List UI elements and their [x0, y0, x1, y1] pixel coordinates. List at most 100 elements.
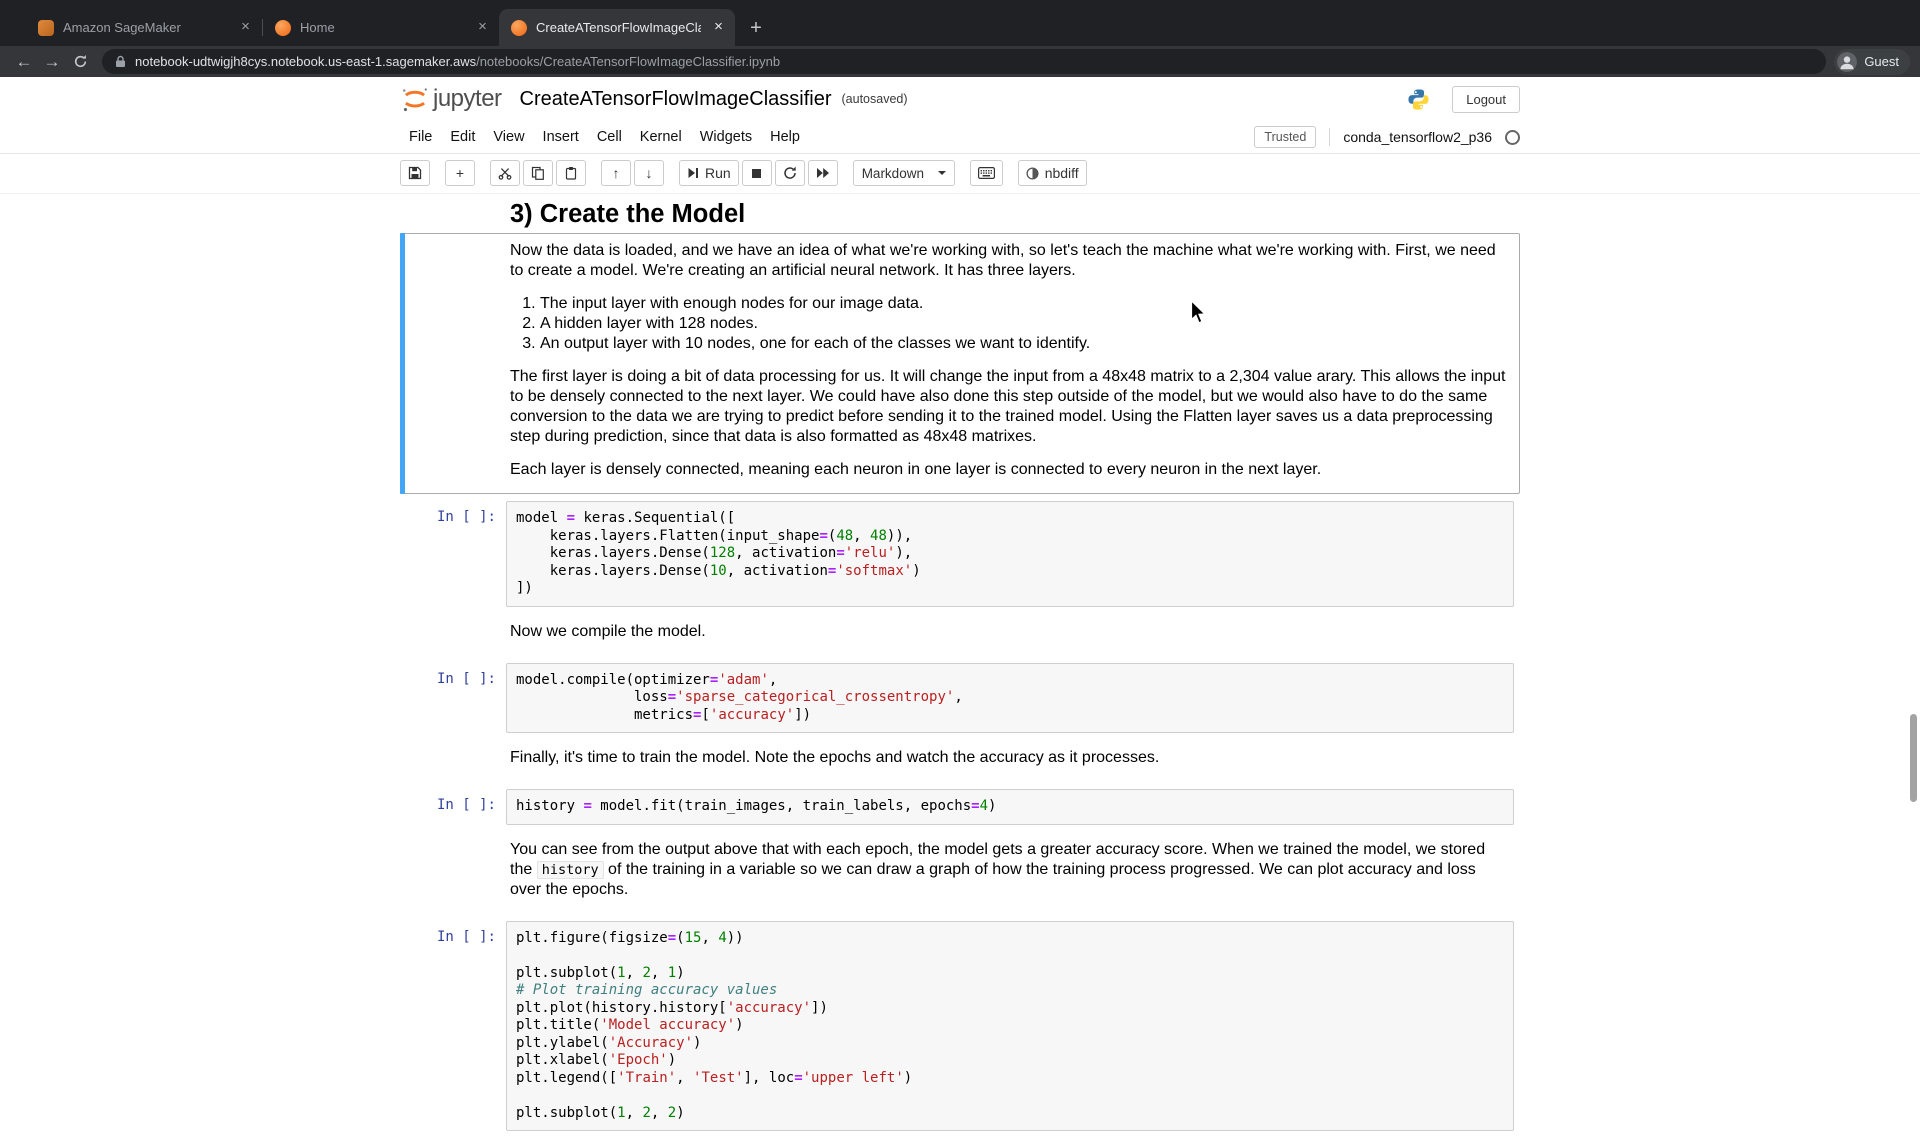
code-input-area[interactable]: history = model.fit(train_images, train_…	[506, 789, 1514, 825]
browser-toolbar: ← → notebook-udtwigjh8cys.notebook.us-ea…	[0, 46, 1920, 77]
url-path: /notebooks/CreateATensorFlowImageClassif…	[476, 54, 780, 69]
input-prompt: In [ ]:	[406, 663, 506, 734]
person-icon	[1837, 52, 1857, 72]
move-cell-up-button[interactable]: ↑	[601, 160, 631, 186]
jupyter-logo[interactable]: jupyter	[400, 85, 502, 114]
save-icon	[408, 166, 422, 180]
jupyter-favicon-icon	[275, 20, 291, 36]
menu-kernel[interactable]: Kernel	[631, 129, 691, 145]
fast-forward-icon	[816, 167, 830, 179]
url-address-bar[interactable]: notebook-udtwigjh8cys.notebook.us-east-1…	[102, 49, 1826, 74]
tab-home[interactable]: Home ×	[263, 9, 499, 46]
new-tab-button[interactable]: +	[743, 15, 769, 41]
cell-prompt-empty	[406, 838, 506, 908]
menu-insert[interactable]: Insert	[534, 129, 588, 145]
nbdiff-icon	[1026, 167, 1039, 180]
markdown-paragraph: You can see from the output above that w…	[510, 840, 1506, 900]
menu-widgets[interactable]: Widgets	[691, 129, 761, 145]
code-input-area[interactable]: model = keras.Sequential([ keras.layers.…	[506, 501, 1514, 607]
interrupt-kernel-button[interactable]	[742, 160, 772, 186]
jupyter-page: jupyter CreateATensorFlowImageClassifier…	[0, 77, 1920, 1137]
save-button[interactable]	[400, 160, 430, 186]
reload-icon[interactable]	[66, 48, 94, 76]
cell-type-dropdown[interactable]: Markdown	[853, 160, 955, 186]
menu-file[interactable]: File	[400, 129, 441, 145]
browser-profile-button[interactable]: Guest	[1834, 49, 1910, 75]
avatar	[1837, 52, 1857, 72]
code-cell-compile[interactable]: In [ ]: model.compile(optimizer='adam', …	[400, 657, 1520, 740]
restart-icon	[783, 166, 797, 180]
markdown-paragraph: Each layer is densely connected, meaning…	[510, 460, 1506, 480]
run-cell-button[interactable]: Run	[679, 160, 739, 186]
nbdiff-button[interactable]: nbdiff	[1018, 160, 1087, 186]
code-editor[interactable]: model.compile(optimizer='adam', loss='sp…	[507, 664, 1513, 733]
restart-kernel-button[interactable]	[775, 160, 805, 186]
logout-button[interactable]: Logout	[1452, 86, 1520, 113]
kernel-name: conda_tensorflow2_p36	[1343, 129, 1492, 145]
jupyter-header: jupyter CreateATensorFlowImageClassifier…	[0, 77, 1920, 121]
markdown-cell-compile[interactable]: Now we compile the model.	[400, 614, 1520, 656]
code-cell-plot[interactable]: In [ ]: plt.figure(figsize=(15, 4)) plt.…	[400, 915, 1520, 1137]
command-palette-button[interactable]	[970, 160, 1003, 186]
page-scrollbar[interactable]	[1910, 714, 1917, 802]
list-item: The input layer with enough nodes for ou…	[540, 294, 1506, 314]
tab-title: Amazon SageMaker	[63, 20, 228, 35]
browser-chrome: Amazon SageMaker × Home × CreateATensorF…	[0, 0, 1920, 77]
chevron-down-icon	[938, 171, 946, 175]
url-text: notebook-udtwigjh8cys.notebook.us-east-1…	[135, 54, 780, 69]
move-cell-down-button[interactable]: ↓	[634, 160, 664, 186]
clipboard-icon	[564, 166, 578, 180]
markdown-cell-history[interactable]: You can see from the output above that w…	[400, 832, 1520, 914]
menu-edit[interactable]: Edit	[441, 129, 484, 145]
markdown-paragraph: Now the data is loaded, and we have an i…	[510, 241, 1506, 281]
notebook-title[interactable]: CreateATensorFlowImageClassifier	[520, 88, 832, 111]
tab-notebook-active[interactable]: CreateATensorFlowImageClass ×	[499, 9, 735, 46]
jupyter-toolbar: + ↑ ↓ Run	[0, 154, 1920, 194]
trusted-badge[interactable]: Trusted	[1254, 126, 1316, 148]
notebook-area: 3) Create the Model Now the data is load…	[400, 194, 1520, 1137]
close-tab-icon[interactable]: ×	[237, 19, 254, 36]
code-cell-model[interactable]: In [ ]: model = keras.Sequential([ keras…	[400, 495, 1520, 613]
markdown-cell-selected[interactable]: Now the data is loaded, and we have an i…	[400, 233, 1520, 494]
markdown-cell-heading[interactable]: 3) Create the Model	[400, 196, 1520, 232]
cell-type-value: Markdown	[862, 166, 924, 181]
menu-help[interactable]: Help	[761, 129, 809, 145]
arrow-up-icon: ↑	[613, 166, 620, 180]
code-input-area[interactable]: model.compile(optimizer='adam', loss='sp…	[506, 663, 1514, 734]
input-prompt: In [ ]:	[406, 501, 506, 607]
cut-cell-button[interactable]	[490, 160, 520, 186]
nbdiff-label: nbdiff	[1045, 165, 1079, 181]
forward-icon[interactable]: →	[38, 48, 66, 76]
code-editor[interactable]: model = keras.Sequential([ keras.layers.…	[507, 502, 1513, 606]
menu-view[interactable]: View	[484, 129, 533, 145]
insert-cell-below-button[interactable]: +	[445, 160, 475, 186]
code-cell-fit[interactable]: In [ ]: history = model.fit(train_images…	[400, 783, 1520, 831]
list-item: A hidden layer with 128 nodes.	[540, 314, 1506, 334]
cell-prompt-empty	[406, 746, 506, 776]
scissors-icon	[498, 166, 512, 180]
close-tab-icon[interactable]: ×	[474, 19, 491, 36]
restart-run-all-button[interactable]	[808, 160, 838, 186]
lock-icon	[115, 55, 126, 68]
markdown-cell-train[interactable]: Finally, it's time to train the model. N…	[400, 740, 1520, 782]
code-editor[interactable]: history = model.fit(train_images, train_…	[507, 790, 1513, 824]
browser-tab-bar: Amazon SageMaker × Home × CreateATensorF…	[0, 0, 1920, 46]
jupyter-favicon-icon	[511, 20, 527, 36]
close-tab-icon[interactable]: ×	[710, 19, 727, 36]
menu-cell[interactable]: Cell	[588, 129, 631, 145]
cell-prompt-empty	[406, 239, 506, 488]
url-domain: notebook-udtwigjh8cys.notebook.us-east-1…	[135, 54, 476, 69]
tab-amazon-sagemaker[interactable]: Amazon SageMaker ×	[26, 9, 262, 46]
code-input-area[interactable]: plt.figure(figsize=(15, 4)) plt.subplot(…	[506, 921, 1514, 1132]
run-icon	[687, 167, 699, 179]
list-item: An output layer with 10 nodes, one for e…	[540, 334, 1506, 354]
paste-cell-button[interactable]	[556, 160, 586, 186]
code-editor[interactable]: plt.figure(figsize=(15, 4)) plt.subplot(…	[507, 922, 1513, 1131]
copy-cell-button[interactable]	[523, 160, 553, 186]
cell-prompt-empty	[406, 620, 506, 650]
tab-title: Home	[300, 20, 465, 35]
markdown-paragraph: Finally, it's time to train the model. N…	[510, 748, 1506, 768]
section-heading: 3) Create the Model	[510, 204, 1506, 224]
keyboard-icon	[978, 167, 995, 179]
back-icon[interactable]: ←	[10, 48, 38, 76]
